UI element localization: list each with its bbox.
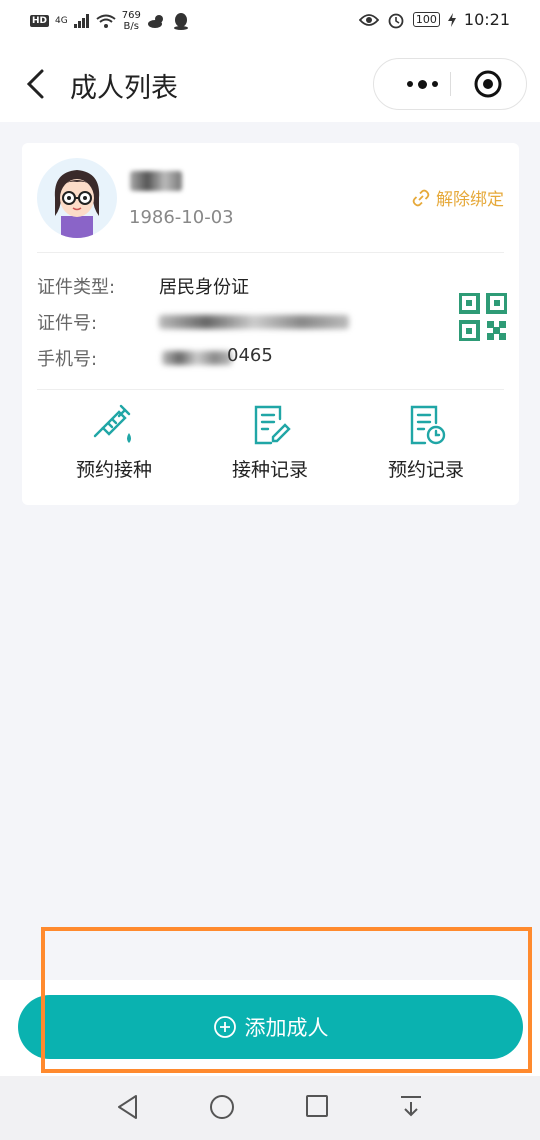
clock: 10:21 [463, 10, 510, 29]
nav-bar: 成人列表 [0, 46, 540, 122]
battery-indicator: 100 [412, 12, 440, 27]
system-nav-bar [0, 1076, 540, 1140]
nav-dropdown-icon[interactable] [399, 1094, 423, 1120]
person-card: 1986-10-03 解除绑定 证件类型: 居民身份证 证件号: 手机号: 04… [22, 143, 519, 505]
mini-program-capsule [373, 58, 527, 110]
nav-recents-icon[interactable] [305, 1094, 329, 1118]
nav-home-icon[interactable] [209, 1094, 235, 1120]
id-type-label: 证件类型: [37, 277, 116, 298]
nav-back-icon[interactable] [116, 1094, 140, 1120]
qr-code-icon[interactable] [459, 293, 507, 341]
more-options-button[interactable] [392, 59, 452, 109]
id-number-label: 证件号: [37, 313, 98, 334]
syringe-icon [93, 404, 131, 443]
appointment-records-button[interactable]: 预约记录 [356, 403, 496, 482]
avatar [37, 158, 117, 238]
eye-icon [358, 13, 379, 26]
phone-label: 手机号: [37, 349, 98, 370]
back-arrow-icon[interactable] [22, 68, 50, 100]
page-title: 成人列表 [70, 73, 178, 104]
divider [37, 252, 504, 253]
capsule-divider [450, 72, 451, 96]
appointment-records-label: 预约记录 [387, 459, 464, 481]
status-bar: HD 4G 769 B/s 100 10:21 [0, 0, 540, 46]
vaccination-records-button[interactable]: 接种记录 [200, 403, 340, 482]
unbind-label: 解除绑定 [436, 190, 504, 210]
net-speed-value: 769 [121, 10, 141, 21]
wifi-icon [96, 14, 116, 28]
net-speed: 769 B/s [122, 10, 141, 32]
document-clock-icon [410, 405, 446, 445]
net-speed-unit: B/s [123, 21, 139, 32]
divider [37, 389, 504, 390]
alarm-icon [388, 13, 404, 28]
network-type: 4G [55, 15, 68, 26]
link-icon [412, 189, 430, 206]
vaccination-records-label: 接种记录 [231, 459, 308, 481]
unbind-button[interactable]: 解除绑定 [412, 185, 504, 210]
hd-badge: HD [30, 15, 50, 27]
person-name-redacted [130, 171, 182, 191]
birthdate: 1986-10-03 [129, 207, 234, 228]
edit-document-icon [254, 405, 291, 445]
highlight-box [41, 927, 532, 1073]
phone-redacted [162, 351, 232, 365]
signal-icon [73, 14, 89, 28]
close-target-icon[interactable] [473, 69, 503, 99]
qq-icon [173, 13, 188, 30]
charging-icon [447, 12, 456, 27]
id-number-redacted [159, 315, 349, 329]
weather-icon [147, 15, 163, 28]
id-type-value: 居民身份证 [159, 277, 249, 298]
phone-suffix: 0465 [227, 345, 273, 366]
book-vaccination-label: 预约接种 [75, 459, 152, 481]
book-vaccination-button[interactable]: 预约接种 [44, 403, 184, 482]
